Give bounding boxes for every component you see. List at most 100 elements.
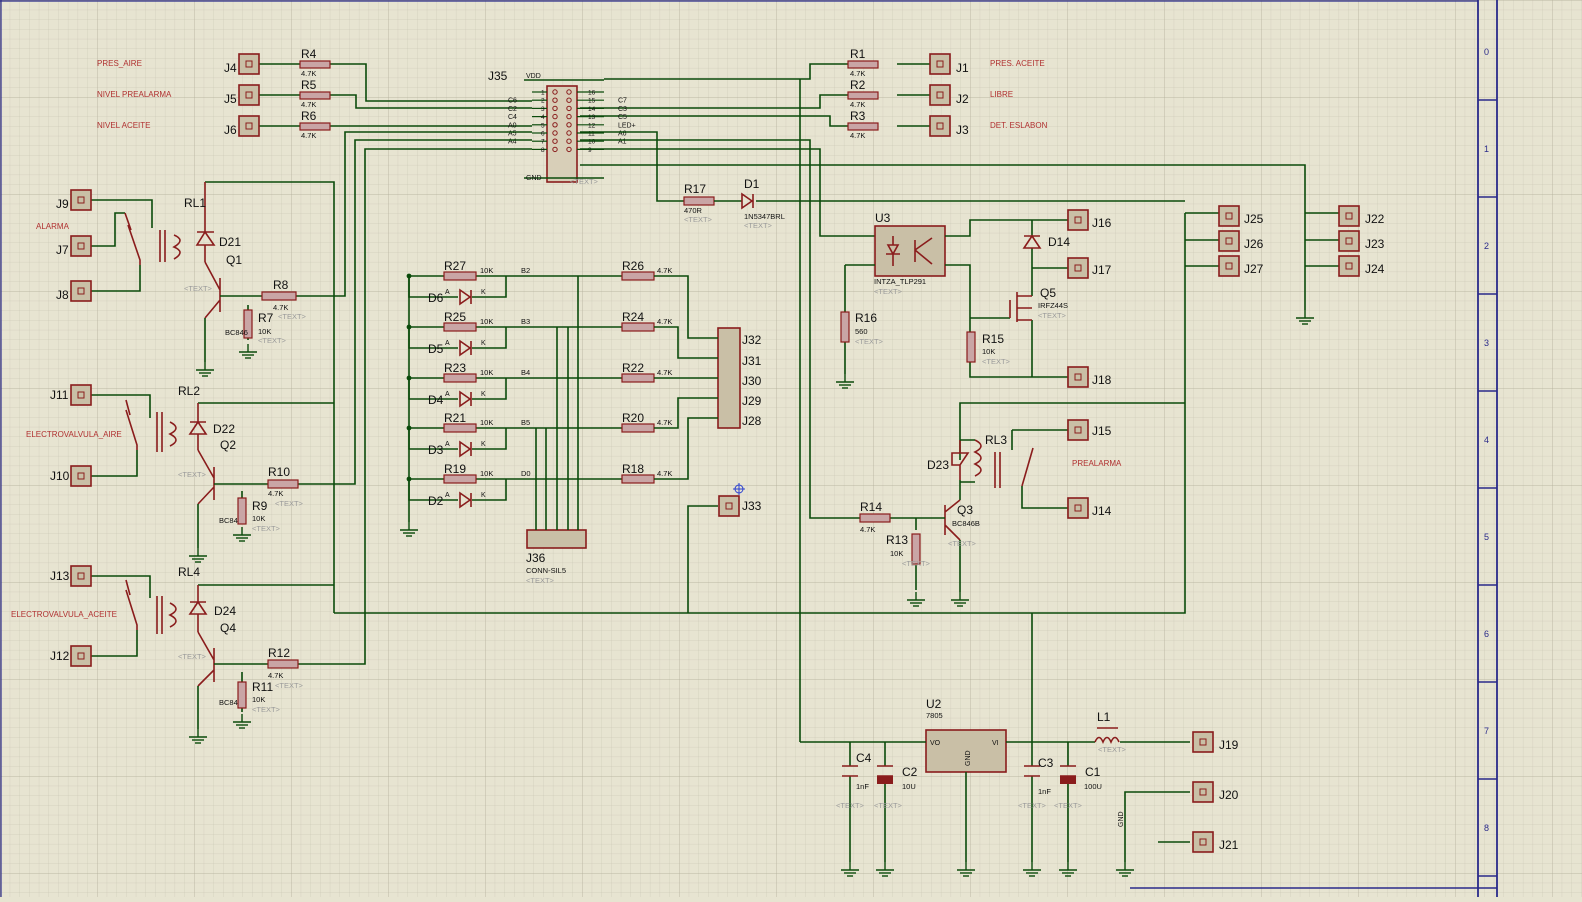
D1-placeholder: <TEXT> (744, 221, 773, 230)
diode-anode-label: A (445, 391, 450, 398)
C1-placeholder: <TEXT> (1054, 801, 1083, 810)
C4-placeholder: <TEXT> (836, 801, 865, 810)
Q2-label: Q2 (220, 438, 236, 452)
Q1-label: Q1 (226, 253, 242, 267)
resistor-R25 (443, 322, 477, 332)
J36-placeholder: <TEXT> (526, 576, 555, 585)
net-ev-aceite: ELECTROVALVULA_ACEITE (11, 610, 117, 619)
R19-ref: R19 (444, 462, 466, 476)
net-ev-aire: ELECTROVALVULA_AIRE (26, 430, 122, 439)
J11-label: J11 (50, 388, 69, 402)
R25-ref: R25 (444, 310, 466, 324)
R13-placeholder: <TEXT> (902, 559, 931, 568)
J13-label: J13 (50, 569, 70, 583)
R22-value: 4.7K (657, 368, 672, 377)
Q3-value: BC846B (952, 519, 980, 528)
J35-pin-signal: C7 (618, 98, 627, 105)
J36-ref: J36 (526, 551, 546, 565)
J35-pin-signal: C4 (508, 114, 517, 121)
diode-cathode-label: K (481, 340, 486, 347)
J35-pin-number: 6 (541, 131, 545, 138)
C2-ref: C2 (902, 765, 918, 779)
J26-label: J26 (1244, 237, 1264, 251)
diode-cathode-label: K (481, 492, 486, 499)
J35-pin-number: 9 (588, 147, 592, 154)
RL1-label: RL1 (184, 196, 206, 210)
R23-value: 10K (480, 368, 493, 377)
Q1-placeholder: <TEXT> (184, 284, 213, 293)
U2-ref: U2 (926, 697, 942, 711)
J25-label: J25 (1244, 212, 1264, 226)
J27-label: J27 (1244, 262, 1264, 276)
R4-ref: R4 (301, 47, 317, 61)
R17-placeholder: <TEXT> (684, 215, 713, 224)
D21-label: D21 (219, 235, 241, 249)
J29-label: J29 (742, 394, 762, 408)
major-grid (0, 0, 1582, 897)
R1-ref: R1 (850, 47, 866, 61)
R9-value: 10K (252, 514, 265, 523)
C1-value: 100U (1084, 782, 1102, 791)
Q5-value: IRFZ44S (1038, 301, 1068, 310)
border-index-1: 1 (1484, 144, 1489, 154)
R15-ref: R15 (982, 332, 1004, 346)
J32-label: J32 (742, 333, 762, 347)
border-index-5: 5 (1484, 532, 1489, 542)
R14-ref: R14 (860, 500, 882, 514)
J22-label: J22 (1365, 212, 1385, 226)
Q5-ref: Q5 (1040, 286, 1056, 300)
resistor-R19 (443, 474, 477, 484)
R27-ref: R27 (444, 259, 466, 273)
resistor-R20 (621, 423, 655, 433)
J35-pin-signal: LED+ (618, 122, 636, 129)
diode-cathode-label: K (481, 391, 486, 398)
R25-value: 10K (480, 317, 493, 326)
net-libre: LIBRE (990, 90, 1013, 99)
R8-value: 4.7K (273, 303, 288, 312)
R7-value: 10K (258, 327, 271, 336)
U3-value: INTZA_TLP291 (874, 277, 926, 286)
R3-ref: R3 (850, 109, 866, 123)
R2-value: 4.7K (850, 100, 865, 109)
R15-value: 10K (982, 347, 995, 356)
J9-label: J9 (56, 197, 69, 211)
R6-value: 4.7K (301, 131, 316, 140)
R4-value: 4.7K (301, 69, 316, 78)
R16-placeholder: <TEXT> (855, 337, 884, 346)
U2-gnd: GND (965, 750, 972, 766)
J14-label: J14 (1092, 504, 1112, 518)
resistor-R27 (443, 271, 477, 281)
U3-placeholder: <TEXT> (874, 287, 903, 296)
J7-label: J7 (56, 243, 69, 257)
R5-ref: R5 (301, 78, 317, 92)
R3-value: 4.7K (850, 131, 865, 140)
R24-value: 4.7K (657, 317, 672, 326)
R16-value: 560 (855, 327, 868, 336)
D5-label: D5 (428, 342, 444, 356)
D4-label: D4 (428, 393, 444, 407)
diode-anode-label: A (445, 340, 450, 347)
net-alarma: ALARMA (36, 222, 70, 231)
Q2-placeholder: <TEXT> (178, 470, 207, 479)
J35-pin-number: 2 (541, 98, 545, 105)
J35-pin-number: 8 (541, 147, 545, 154)
D6-label: D6 (428, 291, 444, 305)
R17-ref: R17 (684, 182, 706, 196)
J33-label: J33 (742, 499, 762, 513)
schematic-canvas[interactable]: 012345678 J4 J5 J6 R4 4.7K R5 4.7K R6 4.… (0, 0, 1582, 897)
resistor-R21 (443, 423, 477, 433)
C2-value: 10U (902, 782, 916, 791)
D1-ref: D1 (744, 177, 760, 191)
schematic-sheet[interactable]: 012345678 J4 J5 J6 R4 4.7K R5 4.7K R6 4.… (0, 0, 1582, 897)
J5-label: J5 (224, 92, 237, 106)
U3-ref: U3 (875, 211, 891, 225)
diode-anode-label: A (445, 289, 450, 296)
R16-ref: R16 (855, 311, 877, 325)
J36-value: CONN-SIL5 (526, 566, 566, 575)
bus-label-B3: B3 (521, 317, 530, 326)
R22-ref: R22 (622, 361, 644, 375)
R13-value: 10K (890, 549, 903, 558)
R7-ref: R7 (258, 311, 274, 325)
J17-label: J17 (1092, 263, 1112, 277)
J35-pin-number: 7 (541, 139, 545, 146)
